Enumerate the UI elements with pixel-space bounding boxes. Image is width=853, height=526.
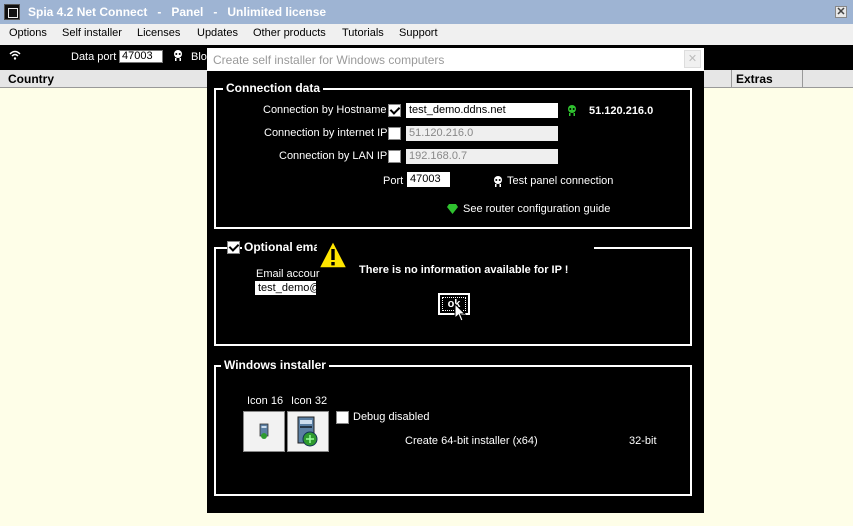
internet-ip-checkbox[interactable] [388, 127, 401, 140]
warning-icon [318, 240, 348, 269]
internet-ip-label: Connection by internet IP [264, 127, 388, 139]
mouse-cursor-icon [454, 303, 466, 322]
menu-bar: Options Self installer Licenses Updates … [0, 24, 853, 45]
alien-icon [174, 50, 182, 61]
create-64bit-installer-button[interactable]: Create 64-bit installer (x64) [405, 435, 538, 447]
windows-installer-title: Windows installer [221, 358, 329, 372]
test-panel-connection-link[interactable]: Test panel connection [507, 175, 613, 187]
data-port-input[interactable]: 47003 [119, 50, 163, 63]
connection-data-title: Connection data [223, 81, 324, 95]
optional-email-title: Optional ema [242, 240, 323, 254]
menu-other-products[interactable]: Other products [253, 27, 326, 39]
column-header-extras[interactable]: Extras [736, 72, 773, 86]
menu-tutorials[interactable]: Tutorials [342, 27, 384, 39]
icon32-label: Icon 32 [291, 395, 328, 407]
dialog-close-button[interactable]: ✕ [684, 50, 701, 68]
email-account-label: Email accour [256, 268, 320, 280]
hostname-checkbox[interactable] [388, 104, 401, 117]
windows-installer-group [214, 365, 692, 496]
alien-icon [494, 176, 502, 187]
menu-self-installer[interactable]: Self installer [62, 27, 122, 39]
menu-licenses[interactable]: Licenses [137, 27, 180, 39]
lan-ip-input[interactable]: 192.168.0.7 [406, 149, 558, 164]
debug-checkbox[interactable] [336, 411, 349, 424]
hostname-input[interactable]: test_demo.ddns.net [406, 103, 558, 118]
column-header-country[interactable]: Country [8, 72, 54, 86]
installer-icon-32 [297, 416, 318, 447]
create-32bit-installer-button[interactable]: 32-bit [629, 435, 657, 447]
installer-icon-16 [259, 423, 269, 439]
window-close-button[interactable]: ✕ [835, 6, 847, 18]
debug-label: Debug disabled [353, 411, 430, 423]
icon16-button[interactable] [243, 411, 285, 452]
menu-options[interactable]: Options [9, 27, 47, 39]
internet-ip-input[interactable]: 51.120.216.0 [406, 126, 558, 141]
email-account-input[interactable]: test_demo@ [255, 281, 316, 296]
message-text: There is no information available for IP… [359, 264, 569, 276]
hostname-label: Connection by Hostname [263, 104, 387, 116]
green-alien-icon [568, 105, 576, 116]
port-input[interactable]: 47003 [407, 172, 450, 187]
dialog-title: Create self installer for Windows comput… [213, 53, 445, 67]
lan-ip-checkbox[interactable] [388, 150, 401, 163]
router-guide-link[interactable]: See router configuration guide [463, 203, 610, 215]
port-label: Port [383, 175, 404, 187]
window-title: Spia 4.2 Net Connect - Panel - Unlimited… [28, 5, 327, 19]
wifi-icon [9, 50, 21, 60]
column-divider [731, 70, 732, 87]
block-label: Blo [191, 51, 207, 63]
icon32-button[interactable] [287, 411, 329, 452]
data-port-label: Data port [71, 51, 117, 63]
menu-support[interactable]: Support [399, 27, 438, 39]
menu-updates[interactable]: Updates [197, 27, 238, 39]
column-divider [802, 70, 803, 87]
optional-email-checkbox[interactable] [227, 241, 240, 254]
app-logo-icon [4, 4, 20, 20]
lan-ip-label: Connection by LAN IP [279, 150, 388, 162]
messagebox-strip [317, 241, 594, 251]
icon16-label: Icon 16 [247, 395, 284, 407]
gem-icon [447, 204, 458, 214]
resolved-ip: 51.120.216.0 [589, 105, 654, 117]
